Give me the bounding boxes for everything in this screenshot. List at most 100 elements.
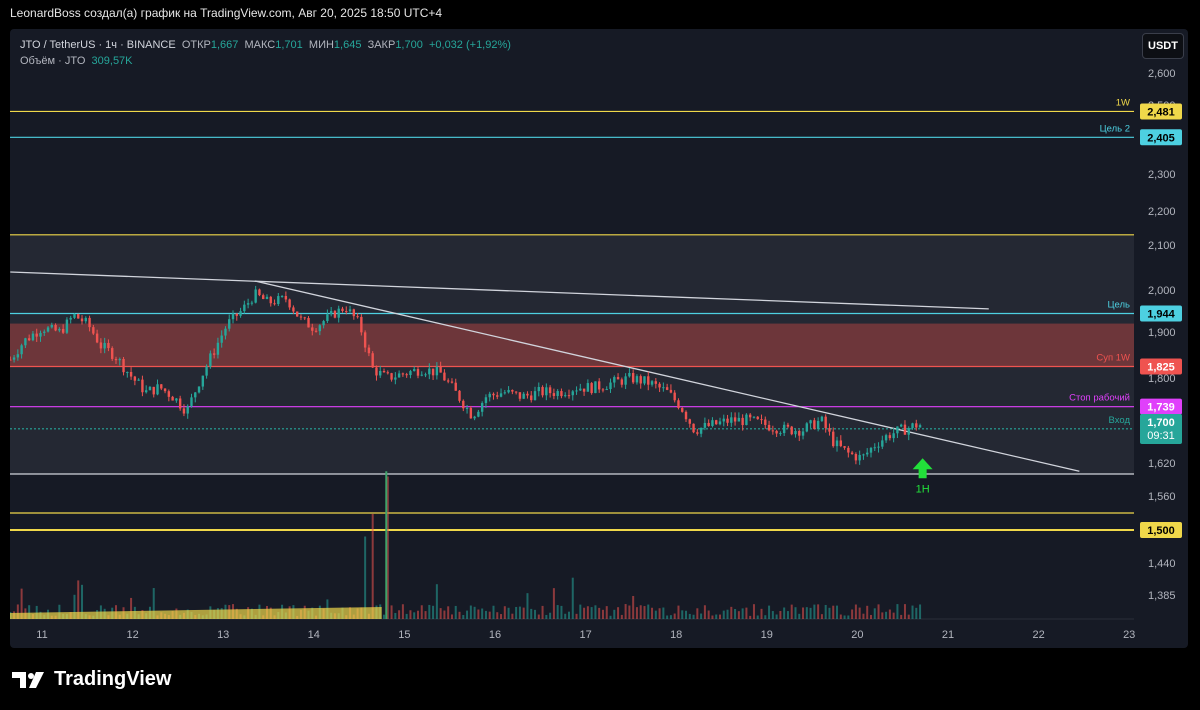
- candle-body: [428, 368, 431, 375]
- tradingview-logo-icon: [12, 671, 44, 688]
- volume-bar: [832, 605, 835, 619]
- price-chart[interactable]: 2,6002,5002,4002,3002,2002,1002,0001,900…: [10, 29, 1188, 648]
- candle-body: [809, 420, 812, 424]
- volume-bar: [549, 612, 552, 619]
- volume-bar: [601, 609, 604, 619]
- volume-bar: [537, 614, 540, 619]
- candle-body: [243, 304, 246, 312]
- volume-bar: [851, 609, 854, 619]
- volume-bar: [877, 604, 880, 619]
- candle-body: [303, 317, 306, 319]
- candle-body: [616, 377, 620, 380]
- volume-bar: [364, 536, 367, 619]
- x-tick-label: 13: [217, 629, 229, 641]
- candle-body: [877, 446, 880, 448]
- candle-body: [858, 454, 861, 461]
- candle-body: [382, 370, 386, 373]
- candle-body: [571, 391, 574, 396]
- candle-body: [295, 311, 299, 317]
- candle-body: [262, 295, 265, 300]
- volume-bar: [666, 615, 669, 619]
- candle-body: [503, 392, 507, 394]
- candle-body: [390, 373, 393, 380]
- volume-bar: [919, 604, 922, 619]
- candle-body: [118, 358, 121, 361]
- volume-bar: [903, 604, 906, 619]
- volume-bar: [798, 613, 801, 619]
- volume-bar: [669, 615, 672, 619]
- volume-bar: [673, 613, 676, 619]
- candle-body: [137, 379, 140, 381]
- volume-bar: [805, 607, 808, 619]
- candle-body: [832, 431, 835, 447]
- y-tick-label: 2,600: [1148, 68, 1176, 80]
- candle-body: [748, 414, 752, 418]
- volume-bar: [390, 605, 393, 619]
- x-tick-label: 20: [851, 629, 863, 641]
- candle-body: [631, 372, 635, 383]
- candle-body: [107, 342, 110, 349]
- volume-bar: [590, 607, 593, 619]
- tradingview-logo: TradingView: [12, 668, 171, 691]
- volume-bar: [586, 606, 589, 619]
- candle-body: [141, 379, 144, 393]
- volume-bar: [371, 514, 374, 619]
- volume-bar: [443, 610, 446, 619]
- candle-body: [522, 393, 525, 399]
- volume-bar: [828, 607, 831, 619]
- candle-body: [820, 416, 824, 421]
- candle-body: [824, 416, 827, 429]
- level-tag: Вход: [1109, 415, 1131, 426]
- volume-bar: [703, 605, 706, 619]
- candle-body: [915, 423, 918, 428]
- volume-bar: [481, 608, 484, 619]
- price-label: 2,481: [1147, 106, 1175, 118]
- candle-body: [798, 430, 801, 436]
- candle-body: [367, 347, 371, 354]
- candle-body: [99, 342, 103, 349]
- volume-bar: [734, 609, 737, 619]
- volume-bar: [711, 615, 714, 619]
- volume-bar: [398, 610, 401, 619]
- candle-body: [465, 407, 469, 409]
- candle-body: [888, 435, 892, 439]
- price-label: 1,500: [1147, 525, 1175, 537]
- candle-body: [548, 387, 552, 394]
- candle-body: [741, 417, 744, 426]
- candle-body: [469, 407, 473, 419]
- candle-body: [869, 447, 873, 453]
- volume-bar: [462, 615, 465, 619]
- low-label: МИН: [308, 39, 334, 51]
- volume-bar: [454, 605, 457, 619]
- volume-bar: [786, 611, 789, 619]
- candle-body: [847, 447, 850, 453]
- candle-body: [733, 417, 737, 422]
- candle-body: [318, 325, 322, 332]
- candle-body: [360, 316, 363, 333]
- candle-body: [77, 314, 80, 319]
- volume-bar: [579, 604, 582, 619]
- candle-body: [20, 345, 23, 355]
- candle-body: [620, 379, 624, 385]
- y-tick-label: 1,900: [1148, 327, 1176, 339]
- candle-body: [345, 311, 348, 313]
- candle-body: [511, 389, 514, 392]
- volume-bar: [885, 611, 888, 619]
- candle-body: [375, 367, 378, 376]
- currency-button[interactable]: USDT: [1142, 33, 1184, 59]
- candle-body: [703, 422, 707, 428]
- candle-body: [813, 420, 816, 429]
- volume-bar: [432, 605, 435, 619]
- chart-panel[interactable]: 2,6002,5002,4002,3002,2002,1002,0001,900…: [10, 29, 1188, 648]
- candle-body: [413, 369, 416, 372]
- candle-body: [156, 384, 159, 395]
- candle-body: [556, 391, 559, 396]
- candle-body: [605, 389, 608, 391]
- volume-bar: [477, 609, 480, 619]
- candle-body: [24, 338, 27, 346]
- volume-bar: [420, 605, 423, 619]
- volume-bar: [749, 615, 752, 619]
- volume-bar: [488, 611, 491, 619]
- legend-line-2: Объём · JTO 309,57K: [20, 53, 511, 69]
- candle-body: [665, 387, 669, 390]
